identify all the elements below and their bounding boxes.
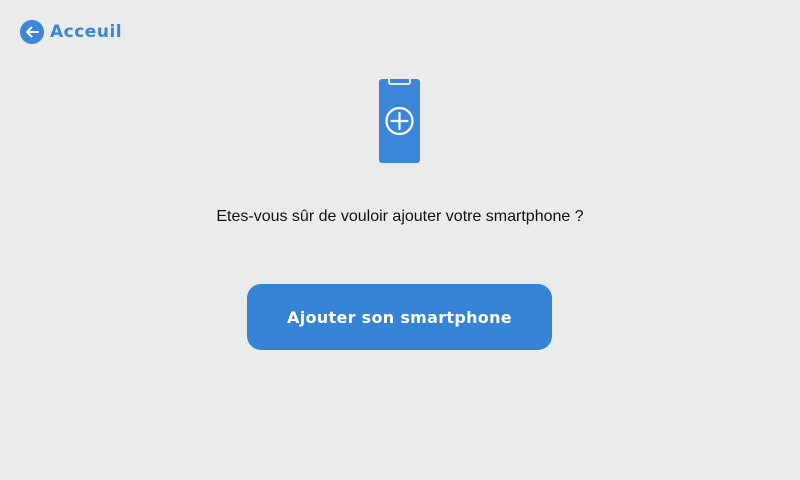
arrow-left-circle-icon	[20, 20, 44, 44]
back-link-label: Acceuil	[50, 22, 123, 42]
confirmation-question: Etes-vous sûr de vouloir ajouter votre s…	[216, 208, 584, 225]
back-to-home-link[interactable]: Acceuil	[20, 20, 122, 44]
smartphone-add-icon	[379, 79, 420, 163]
add-smartphone-button[interactable]: Ajouter son smartphone	[247, 284, 552, 350]
confirm-add-smartphone-screen: Acceuil Etes-vous sûr de vouloir ajouter…	[0, 0, 800, 480]
